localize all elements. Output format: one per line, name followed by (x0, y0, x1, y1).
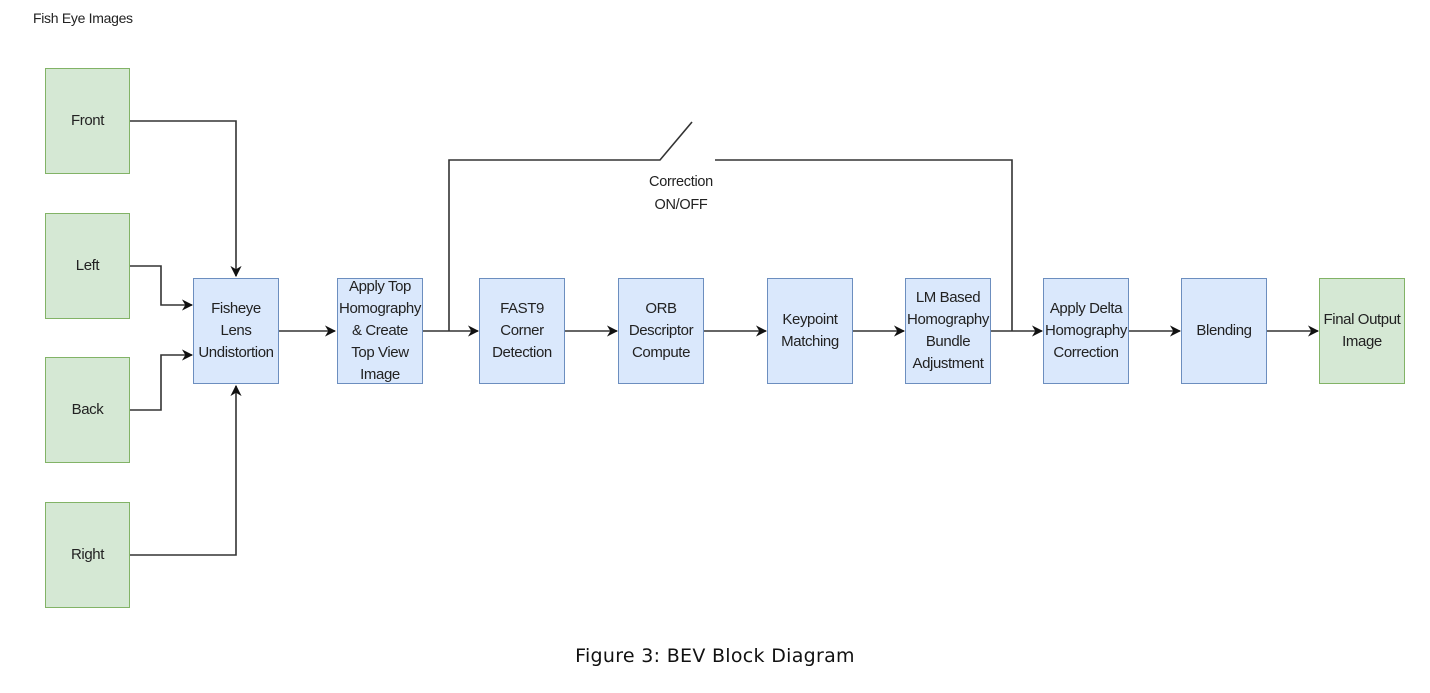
fisheye-undistortion-box: Fisheye Lens Undistortion (193, 278, 279, 384)
correction-switch-label: Correction ON/OFF (649, 174, 713, 213)
figure-caption: Figure 3: BEV Block Diagram (575, 645, 855, 667)
final-output-label: Final Output Image (1323, 311, 1401, 350)
delta-homography-box: Apply Delta Homography Correction (1043, 278, 1129, 384)
keypoint-matching-box: Keypoint Matching (767, 278, 853, 384)
fisheye-undistortion-label: Fisheye Lens Undistortion (198, 300, 274, 361)
final-output-box: Final Output Image (1319, 278, 1405, 384)
top-homography-label: Apply Top Homography & Create Top View I… (339, 278, 421, 383)
orb-descriptor-label: ORB Descriptor Compute (628, 300, 694, 361)
lm-bundle-adjustment-label: LM Based Homography Bundle Adjustment (907, 289, 989, 372)
blending-box: Blending (1181, 278, 1267, 384)
fast9-corner-detection-label: FAST9 Corner Detection (492, 300, 552, 361)
input-back-box: Back (45, 357, 130, 463)
input-left-box: Left (45, 213, 130, 319)
blending-label: Blending (1196, 322, 1252, 339)
input-left-label: Left (75, 257, 100, 274)
input-right-label: Right (70, 546, 105, 563)
arrow-front-to-fisheye (130, 120, 242, 278)
input-back-label: Back (71, 401, 104, 418)
top-homography-box: Apply Top Homography & Create Top View I… (337, 278, 423, 384)
delta-homography-label: Apply Delta Homography Correction (1045, 300, 1127, 361)
keypoint-matching-label: Keypoint Matching (781, 311, 839, 350)
input-front-box: Front (45, 68, 130, 174)
input-right-box: Right (45, 502, 130, 608)
arrow-right-to-fisheye (130, 384, 242, 556)
input-front-label: Front (70, 112, 104, 129)
orb-descriptor-box: ORB Descriptor Compute (618, 278, 704, 384)
arrow-left-to-fisheye (130, 265, 194, 311)
arrow-back-to-fisheye (130, 349, 194, 411)
lm-bundle-adjustment-box: LM Based Homography Bundle Adjustment (905, 278, 991, 384)
fast9-corner-detection-box: FAST9 Corner Detection (479, 278, 565, 384)
